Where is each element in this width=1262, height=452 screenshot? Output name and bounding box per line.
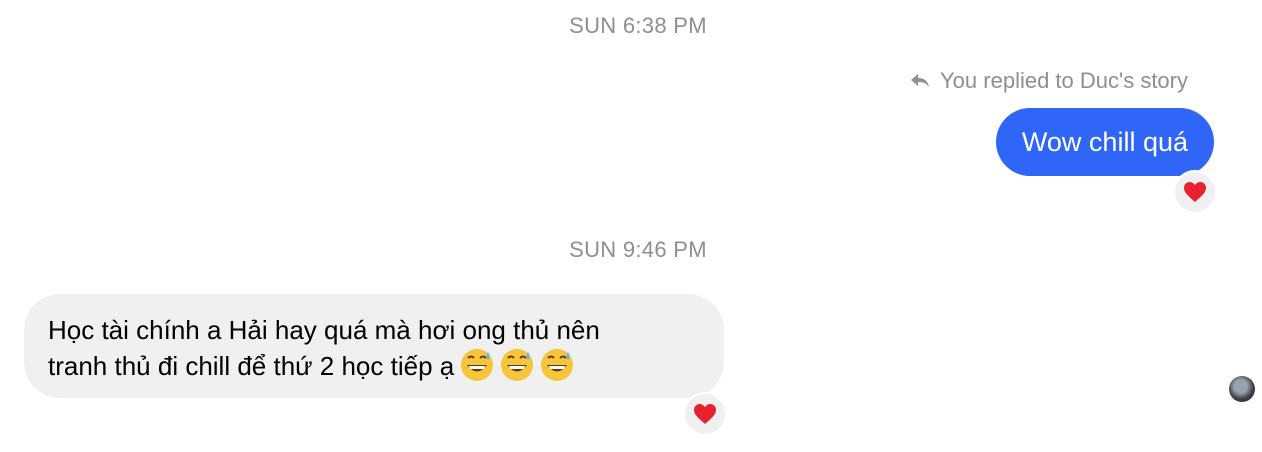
reply-context: You replied to Duc's story [908, 68, 1188, 94]
reply-arrow-icon [911, 74, 930, 87]
grinning-sweat-emoji-icon [501, 349, 534, 381]
heart-icon [1184, 182, 1206, 202]
chat-thread: SUN 6:38 PM You replied to Duc's story W… [0, 0, 1262, 452]
incoming-message-line: Học tài chính a Hải hay quá mà hơi ong t… [48, 315, 600, 345]
outgoing-message-bubble[interactable]: Wow chill quá [995, 108, 1214, 176]
grinning-sweat-emoji-icon [541, 349, 574, 381]
timestamp: SUN 6:38 PM [569, 13, 707, 38]
heart-reaction[interactable] [683, 392, 727, 436]
incoming-message-line: tranh thủ đi chill để thứ 2 học tiếp ạ [48, 348, 700, 384]
read-receipt-avatar[interactable] [1229, 376, 1255, 402]
reply-context-label: You replied to Duc's story [940, 68, 1188, 93]
heart-reaction[interactable] [1173, 170, 1217, 214]
incoming-message-text: tranh thủ đi chill để thứ 2 học tiếp ạ [48, 351, 455, 381]
incoming-message-bubble[interactable]: Học tài chính a Hải hay quá mà hơi ong t… [24, 294, 724, 398]
heart-icon [694, 404, 716, 424]
grinning-sweat-emoji-icon [461, 349, 494, 381]
timestamp: SUN 9:46 PM [569, 237, 707, 262]
outgoing-message-text: Wow chill quá [1021, 126, 1188, 157]
